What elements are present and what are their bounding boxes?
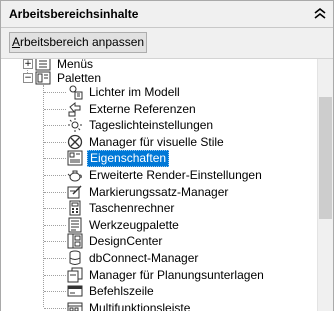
tree-guide-line <box>44 158 66 159</box>
sun-icon <box>67 117 83 133</box>
tree-item-label: Werkzeugpalette <box>89 217 179 232</box>
tree-guide-line <box>44 308 66 309</box>
markup-icon <box>67 184 83 200</box>
tree-item-label: Taschenrechner <box>89 200 175 215</box>
tree-item-label: DesignCenter <box>89 233 163 248</box>
panel-title: Arbeitsbereichsinhalte <box>9 7 139 21</box>
access-key: A <box>11 35 20 49</box>
tree-item-palette-13[interactable]: Multifunktionsleiste <box>67 299 192 311</box>
lights-icon <box>67 84 83 100</box>
tree-guide-line <box>44 225 66 226</box>
customize-workspace-label: Arbeitsbereich anpassen <box>11 35 145 49</box>
tree-item-palette-7[interactable]: Taschenrechner <box>67 199 176 217</box>
tree-item-palette-2[interactable]: Tageslichteinstellungen <box>67 116 215 134</box>
tree-item-label: Manager für visuelle Stile <box>89 134 224 149</box>
tool-palette-icon <box>67 217 83 233</box>
scrollbar-thumb[interactable] <box>319 97 332 219</box>
toolbar: Arbeitsbereich anpassen <box>1 28 333 59</box>
properties-icon <box>67 150 83 166</box>
tree-item-label: dbConnect-Manager <box>89 250 199 265</box>
tree-item-label: Externe Referenzen <box>89 101 196 116</box>
tree-item-palette-10[interactable]: dbConnect-Manager <box>67 249 200 267</box>
workspace-tree[interactable]: + − Menüs Paletten Lichter im Modell Exter… <box>1 59 317 311</box>
tree-guide-line <box>44 208 66 209</box>
tree-guide-line <box>44 175 66 176</box>
panel-header: Arbeitsbereichsinhalte <box>1 1 333 28</box>
customize-workspace-button[interactable]: Arbeitsbereich anpassen <box>9 32 147 53</box>
tree-guide-line <box>44 109 66 110</box>
tree-item-palette-4[interactable]: Eigenschaften <box>67 149 170 167</box>
tree-item-palette-0[interactable]: Lichter im Modell <box>67 83 182 101</box>
tree-item-label: Markierungssatz-Manager <box>89 184 229 199</box>
tree-guide-line <box>44 125 66 126</box>
tree-item-label: Lichter im Modell <box>89 84 180 99</box>
tree-item-label: Befehlszeile <box>89 283 154 298</box>
teapot-icon <box>67 167 83 183</box>
ribbon-icon <box>67 300 83 311</box>
tree-guide-line <box>44 275 66 276</box>
expand-menus-toggle[interactable]: + <box>23 59 33 69</box>
tree-guide-line <box>44 241 66 242</box>
command-line-icon <box>67 283 83 299</box>
collapse-palettes-toggle[interactable]: − <box>23 73 33 83</box>
vertical-scrollbar[interactable] <box>317 59 333 311</box>
palette-icon <box>35 70 51 86</box>
dbconnect-icon <box>67 250 83 266</box>
visual-styles-icon <box>67 134 83 150</box>
collapse-chevron-icon[interactable] <box>313 7 327 21</box>
sheet-set-icon <box>67 267 83 283</box>
tree-item-label: Tageslichteinstellungen <box>89 117 214 132</box>
designcenter-icon <box>67 233 83 249</box>
tree-item-palette-5[interactable]: Erweiterte Render-Einstellungen <box>67 166 264 184</box>
tree-item-palette-12[interactable]: Befehlszeile <box>67 282 156 300</box>
workspace-contents-panel: Arbeitsbereichsinhalte Arbeitsbereich an… <box>0 0 334 311</box>
tree-guide-line <box>44 142 66 143</box>
tree-item-label: Erweiterte Render-Einstellungen <box>89 167 262 182</box>
tree-guide-line <box>43 85 44 307</box>
tree-item-label: Eigenschaften <box>87 149 170 167</box>
tree-guide-line <box>44 258 66 259</box>
tree-guide-line <box>44 92 66 93</box>
xref-icon <box>67 101 83 117</box>
tree-item-palette-9[interactable]: DesignCenter <box>67 232 164 250</box>
tree-item-label: Multifunktionsleiste <box>89 300 191 312</box>
tree-guide-line <box>44 192 66 193</box>
calculator-icon <box>67 200 83 216</box>
tree-item-label: Manager für Planungsunterlagen <box>89 267 264 282</box>
tree-guide-line <box>44 291 66 292</box>
